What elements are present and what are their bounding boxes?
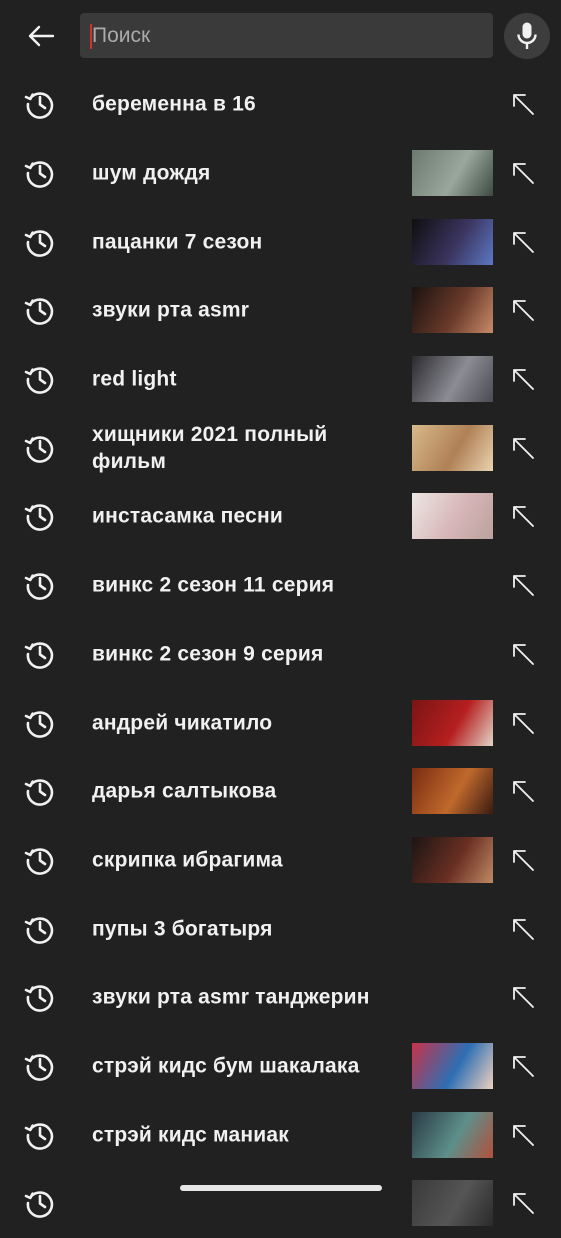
suggestion-thumbnail bbox=[412, 218, 493, 265]
suggestion-item[interactable] bbox=[0, 1169, 561, 1238]
fill-query-arrow-icon[interactable] bbox=[511, 92, 535, 116]
fill-query-arrow-icon[interactable] bbox=[511, 504, 535, 528]
suggestion-item[interactable]: винкс 2 сезон 11 серия bbox=[0, 551, 561, 620]
fill-query-arrow-icon[interactable] bbox=[511, 917, 535, 941]
gesture-navigation-bar[interactable] bbox=[180, 1185, 382, 1191]
suggestion-list: беременна в 16 шум дождя пацанки 7 сезон зв… bbox=[0, 70, 561, 1238]
suggestion-thumbnail bbox=[412, 836, 493, 883]
fill-query-arrow-icon[interactable] bbox=[511, 367, 535, 391]
suggestion-thumbnail bbox=[412, 493, 493, 540]
suggestion-item[interactable]: пупы 3 богатыря bbox=[0, 894, 561, 963]
suggestion-item[interactable]: шум дождя bbox=[0, 139, 561, 208]
suggestion-item[interactable]: red light bbox=[0, 345, 561, 414]
back-button[interactable] bbox=[20, 16, 62, 56]
fill-query-arrow-icon[interactable] bbox=[511, 985, 535, 1009]
history-icon bbox=[24, 1187, 56, 1219]
suggestion-thumbnail bbox=[412, 1180, 493, 1227]
suggestion-thumbnail bbox=[412, 356, 493, 403]
fill-query-arrow-icon[interactable] bbox=[511, 436, 535, 460]
fill-query-arrow-icon[interactable] bbox=[511, 1054, 535, 1078]
fill-query-arrow-icon[interactable] bbox=[511, 642, 535, 666]
suggestion-label: пупы 3 богатыря bbox=[92, 917, 273, 941]
suggestion-label: андрей чикатило bbox=[92, 711, 273, 735]
suggestion-item[interactable]: инстасамка песни bbox=[0, 482, 561, 551]
suggestion-label: red light bbox=[92, 367, 177, 391]
suggestion-label: инстасамка песни bbox=[92, 504, 283, 528]
suggestion-label: винкс 2 сезон 11 серия bbox=[92, 573, 335, 597]
fill-query-arrow-icon[interactable] bbox=[511, 779, 535, 803]
history-icon bbox=[24, 226, 56, 258]
suggestion-item[interactable]: стрэй кидс бум шакалака bbox=[0, 1032, 561, 1101]
fill-query-arrow-icon[interactable] bbox=[511, 711, 535, 735]
voice-search-button[interactable] bbox=[504, 13, 550, 59]
history-icon bbox=[24, 294, 56, 326]
history-icon bbox=[24, 638, 56, 670]
fill-query-arrow-icon[interactable] bbox=[511, 230, 535, 254]
suggestion-thumbnail bbox=[412, 287, 493, 334]
suggestion-label: звуки рта asmr bbox=[92, 298, 250, 322]
history-icon bbox=[24, 432, 56, 464]
history-icon bbox=[24, 88, 56, 120]
suggestion-label: стрэй кидс бум шакалака bbox=[92, 1054, 360, 1078]
suggestion-label: пацанки 7 сезон bbox=[92, 230, 263, 254]
suggestion-label: скрипка ибрагима bbox=[92, 848, 283, 872]
suggestion-item[interactable]: скрипка ибрагима bbox=[0, 826, 561, 895]
suggestion-thumbnail bbox=[412, 768, 493, 815]
suggestion-item[interactable]: пацанки 7 сезон bbox=[0, 207, 561, 276]
suggestion-item[interactable]: винкс 2 сезон 9 серия bbox=[0, 620, 561, 689]
suggestion-item[interactable]: звуки рта asmr танджерин bbox=[0, 963, 561, 1032]
suggestion-label: дарья салтыкова bbox=[92, 779, 277, 803]
fill-query-arrow-icon[interactable] bbox=[511, 848, 535, 872]
history-icon bbox=[24, 500, 56, 532]
suggestion-item[interactable]: андрей чикатило bbox=[0, 688, 561, 757]
suggestion-label: винкс 2 сезон 9 серия bbox=[92, 642, 324, 666]
suggestion-label: стрэй кидс маниак bbox=[92, 1123, 289, 1147]
suggestion-item[interactable]: стрэй кидс маниак bbox=[0, 1100, 561, 1169]
suggestion-thumbnail bbox=[412, 150, 493, 197]
suggestion-item[interactable]: дарья салтыкова bbox=[0, 757, 561, 826]
history-icon bbox=[24, 775, 56, 807]
history-icon bbox=[24, 157, 56, 189]
suggestion-thumbnail bbox=[412, 424, 493, 471]
history-icon bbox=[24, 844, 56, 876]
history-icon bbox=[24, 1119, 56, 1151]
search-input[interactable] bbox=[92, 13, 482, 58]
suggestion-thumbnail bbox=[412, 1111, 493, 1158]
history-icon bbox=[24, 707, 56, 739]
suggestion-item[interactable]: звуки рта asmr bbox=[0, 276, 561, 345]
back-arrow-icon bbox=[28, 25, 55, 47]
suggestion-thumbnail bbox=[412, 699, 493, 746]
history-icon bbox=[24, 569, 56, 601]
history-icon bbox=[24, 1050, 56, 1082]
search-box[interactable] bbox=[80, 13, 493, 58]
history-icon bbox=[24, 913, 56, 945]
suggestion-thumbnail bbox=[412, 1042, 493, 1089]
microphone-icon bbox=[517, 22, 537, 49]
history-icon bbox=[24, 363, 56, 395]
suggestion-item[interactable]: хищники 2021 полный фильм bbox=[0, 413, 561, 482]
history-icon bbox=[24, 981, 56, 1013]
fill-query-arrow-icon[interactable] bbox=[511, 1123, 535, 1147]
fill-query-arrow-icon[interactable] bbox=[511, 573, 535, 597]
fill-query-arrow-icon[interactable] bbox=[511, 298, 535, 322]
search-header bbox=[0, 0, 561, 72]
suggestion-label: беременна в 16 bbox=[92, 92, 256, 116]
suggestion-label: хищники 2021 полный фильм bbox=[92, 422, 328, 473]
fill-query-arrow-icon[interactable] bbox=[511, 1191, 535, 1215]
suggestion-label: звуки рта asmr танджерин bbox=[92, 985, 370, 1009]
suggestion-label: шум дождя bbox=[92, 161, 211, 185]
fill-query-arrow-icon[interactable] bbox=[511, 161, 535, 185]
suggestion-item[interactable]: беременна в 16 bbox=[0, 70, 561, 139]
